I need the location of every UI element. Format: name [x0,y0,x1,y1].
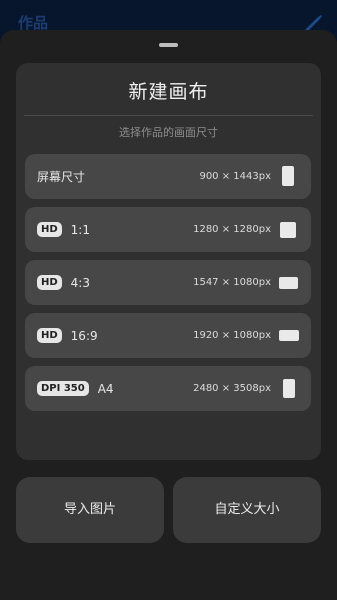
option-label: 1:1 [70,222,90,237]
option-label: 4:3 [70,275,90,290]
canvas-option-hd-1-1[interactable]: HD 1:1 1280 × 1280px [25,207,311,252]
portrait-canvas-icon [282,166,294,186]
square-canvas-icon [280,222,296,238]
option-label-group: HD 16:9 [37,313,98,358]
option-size: 1920 × 1080px [193,330,271,341]
hd-badge: HD [37,275,62,290]
option-label: A4 [97,381,114,396]
option-size: 1280 × 1280px [193,224,271,235]
divider [24,115,313,116]
canvas-option-a4[interactable]: DPI 350 A4 2480 × 3508px [25,366,311,411]
option-label: 屏幕尺寸 [37,170,86,184]
import-image-button[interactable]: 导入图片 [16,477,164,543]
canvas-option-hd-4-3[interactable]: HD 4:3 1547 × 1080px [25,260,311,305]
landscape-canvas-icon [279,277,298,289]
custom-size-button[interactable]: 自定义大小 [173,477,321,543]
canvas-option-hd-16-9[interactable]: HD 16:9 1920 × 1080px [25,313,311,358]
new-canvas-dialog: 新建画布 选择作品的画面尺寸 屏幕尺寸 900 × 1443px HD 1:1 … [16,63,321,460]
portrait-canvas-icon [283,379,295,398]
option-label-group: 屏幕尺寸 [37,154,85,199]
option-size: 2480 × 3508px [193,383,271,394]
option-size: 1547 × 1080px [193,277,271,288]
canvas-option-screen-size[interactable]: 屏幕尺寸 900 × 1443px [25,154,311,199]
screen: 作品 新建画布 选择作品的画面尺寸 屏幕尺寸 900 × 1443px HD 1… [0,0,337,600]
dialog-title: 新建画布 [128,81,209,103]
hd-badge: HD [37,328,62,343]
option-label-group: HD 1:1 [37,207,90,252]
hd-badge: HD [37,222,62,237]
drag-handle[interactable] [159,43,178,47]
option-label-group: HD 4:3 [37,260,90,305]
dpi-badge: DPI 350 [37,381,89,396]
dialog-subtitle: 选择作品的画面尺寸 [119,126,218,139]
option-label-group: DPI 350 A4 [37,366,114,411]
option-size: 900 × 1443px [199,171,271,182]
bottom-sheet: 新建画布 选择作品的画面尺寸 屏幕尺寸 900 × 1443px HD 1:1 … [0,30,337,600]
option-label: 16:9 [70,328,98,343]
wide-canvas-icon [279,330,299,341]
